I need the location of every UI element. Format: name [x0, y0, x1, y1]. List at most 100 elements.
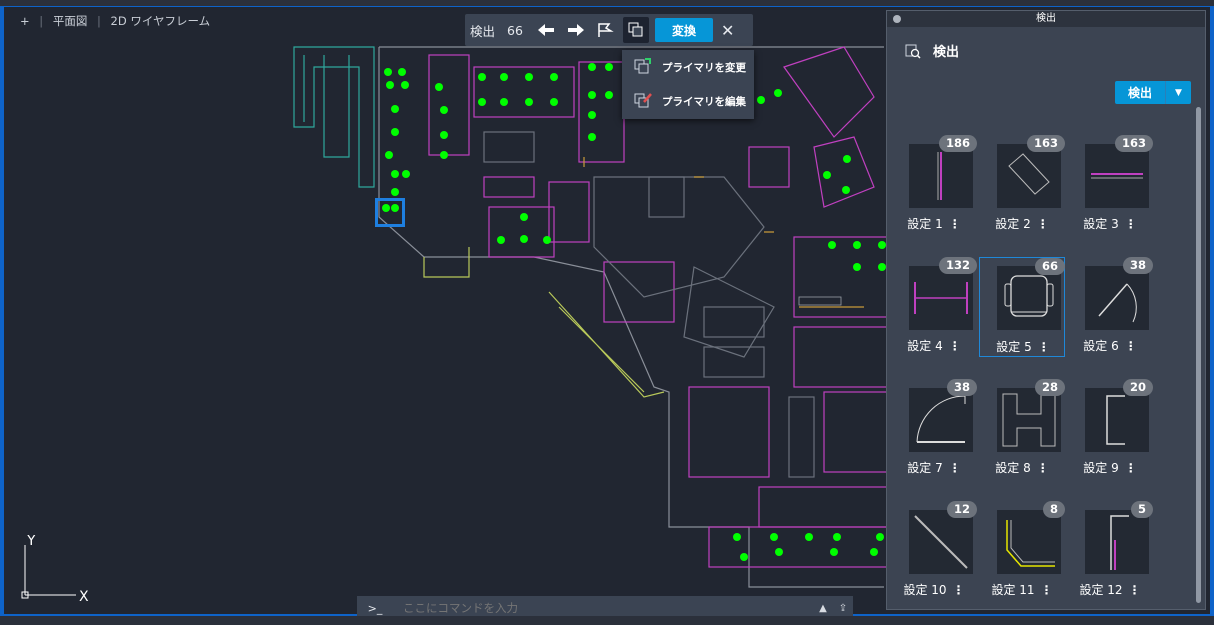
object-thumbnail[interactable]: [909, 266, 973, 330]
card-label: 設定 3: [1083, 217, 1119, 231]
card-label: 設定 2: [995, 217, 1031, 231]
arrow-right-icon: [568, 24, 585, 36]
card-label: 設定 12: [1079, 583, 1123, 597]
more-options-icon[interactable]: ⋮: [1041, 583, 1053, 597]
card-label: 設定 5: [996, 340, 1032, 354]
ucs-y-label: Y: [26, 535, 36, 549]
count-badge: 66: [1034, 258, 1065, 275]
rotated-rect-icon: [1008, 153, 1050, 195]
object-thumbnail[interactable]: [997, 144, 1061, 208]
count-badge: 163: [1114, 135, 1153, 152]
chevron-down-icon[interactable]: ▼: [1166, 81, 1191, 104]
menu-item-change-primary[interactable]: プライマリを変更: [622, 50, 754, 84]
palette-scrollbar[interactable]: [1196, 107, 1201, 603]
card-label-row: 設定 7 ⋮: [891, 459, 977, 476]
corner-icon: [1006, 520, 1055, 567]
more-options-icon[interactable]: ⋮: [949, 461, 961, 475]
more-options-icon[interactable]: ⋮: [1129, 583, 1141, 597]
top-strip: [0, 0, 1214, 7]
bottom-strip: [0, 616, 1214, 625]
door-swing-icon: [1098, 283, 1137, 323]
viewport-label[interactable]: + | 平面図 | 2D ワイヤフレーム: [20, 13, 216, 29]
similar-object-card[interactable]: 28 設定 8 ⋮: [979, 379, 1065, 479]
card-label: 設定 11: [991, 583, 1035, 597]
find-label: 検出: [470, 23, 496, 39]
similar-object-card[interactable]: 186 設定 1 ⋮: [891, 135, 977, 235]
viewport-plus[interactable]: +: [20, 14, 30, 28]
object-thumbnail[interactable]: [997, 388, 1061, 452]
find-count: 66: [507, 22, 523, 38]
card-label-row: 設定 1 ⋮: [891, 215, 977, 232]
similar-object-card[interactable]: 163 設定 3 ⋮: [1067, 135, 1153, 235]
flag-button[interactable]: [593, 17, 619, 43]
object-thumbnail[interactable]: [909, 510, 973, 574]
object-thumbnail[interactable]: [1085, 510, 1149, 574]
similar-object-card[interactable]: 132 設定 4 ⋮: [891, 257, 977, 357]
object-thumbnail[interactable]: [997, 266, 1061, 330]
menu-item-edit-primary[interactable]: プライマリを編集: [622, 84, 754, 118]
object-thumbnail[interactable]: [909, 388, 973, 452]
count-badge: 186: [938, 135, 977, 152]
more-options-icon[interactable]: ⋮: [949, 339, 961, 353]
previous-button[interactable]: [533, 17, 559, 43]
vertical-line-icon: [937, 152, 942, 200]
palette-heading: 検出: [933, 45, 960, 60]
object-thumbnail[interactable]: [909, 144, 973, 208]
command-prompt-icon[interactable]: >_: [357, 602, 393, 615]
bracket-icon: [1106, 395, 1125, 445]
object-thumbnail[interactable]: [1085, 266, 1149, 330]
more-options-icon[interactable]: ⋮: [1125, 461, 1137, 475]
find-button[interactable]: 検出: [1115, 81, 1166, 104]
card-label: 設定 8: [995, 461, 1031, 475]
more-options-icon[interactable]: ⋮: [1125, 217, 1137, 231]
primary-options-button[interactable]: [623, 17, 650, 43]
view-name[interactable]: 平面図: [53, 14, 88, 28]
similar-object-card[interactable]: 5 設定 12 ⋮: [1067, 501, 1153, 601]
diagonal-icon: [914, 515, 968, 569]
more-options-icon[interactable]: ⋮: [1038, 340, 1050, 354]
count-badge: 12: [946, 501, 977, 518]
card-label: 設定 1: [907, 217, 943, 231]
more-options-icon[interactable]: ⋮: [949, 217, 961, 231]
count-badge: 38: [946, 379, 977, 396]
similar-object-card[interactable]: 38 設定 7 ⋮: [891, 379, 977, 479]
similar-object-card[interactable]: 8 設定 11 ⋮: [979, 501, 1065, 601]
card-label-row: 設定 11 ⋮: [979, 581, 1065, 598]
similar-object-card[interactable]: 66 設定 5 ⋮: [979, 257, 1065, 357]
card-label-row: 設定 4 ⋮: [891, 337, 977, 354]
command-history-icon[interactable]: ▲: [813, 603, 833, 614]
similar-object-card[interactable]: 163 設定 2 ⋮: [979, 135, 1065, 235]
more-options-icon[interactable]: ⋮: [1037, 461, 1049, 475]
count-badge: 163: [1026, 135, 1065, 152]
similar-object-card[interactable]: 20 設定 9 ⋮: [1067, 379, 1153, 479]
card-label: 設定 10: [903, 583, 947, 597]
flag-icon: [598, 23, 614, 37]
chair-icon: [1004, 275, 1054, 317]
close-icon[interactable]: ✕: [721, 21, 734, 40]
object-thumbnail[interactable]: [1085, 144, 1149, 208]
find-toolbar: 検出 66 変換 ✕: [465, 14, 753, 46]
object-thumbnail[interactable]: [1085, 388, 1149, 452]
similar-object-card[interactable]: 12 設定 10 ⋮: [891, 501, 977, 601]
more-options-icon[interactable]: ⋮: [1037, 217, 1049, 231]
menu-item-label: プライマリを編集: [662, 95, 746, 108]
command-share-icon[interactable]: ⇪: [833, 603, 853, 614]
card-label-row: 設定 10 ⋮: [891, 581, 977, 598]
count-badge: 5: [1130, 501, 1153, 518]
palette-close-dot[interactable]: [893, 15, 901, 23]
select-similar-icon: [628, 22, 643, 37]
next-button[interactable]: [563, 17, 589, 43]
wall-corner-icon: [1110, 515, 1129, 570]
more-options-icon[interactable]: ⋮: [1125, 339, 1137, 353]
object-thumbnail[interactable]: [997, 510, 1061, 574]
similar-object-card[interactable]: 38 設定 6 ⋮: [1067, 257, 1153, 357]
card-label: 設定 4: [907, 339, 943, 353]
count-badge: 38: [1122, 257, 1153, 274]
more-options-icon[interactable]: ⋮: [953, 583, 965, 597]
card-label-row: 設定 8 ⋮: [979, 459, 1065, 476]
palette-titlebar[interactable]: 検出: [887, 11, 1205, 27]
convert-button[interactable]: 変換: [655, 18, 714, 42]
find-split-button[interactable]: 検出 ▼: [1115, 81, 1191, 104]
command-input[interactable]: [401, 600, 813, 616]
visual-style[interactable]: 2D ワイヤフレーム: [111, 14, 211, 28]
